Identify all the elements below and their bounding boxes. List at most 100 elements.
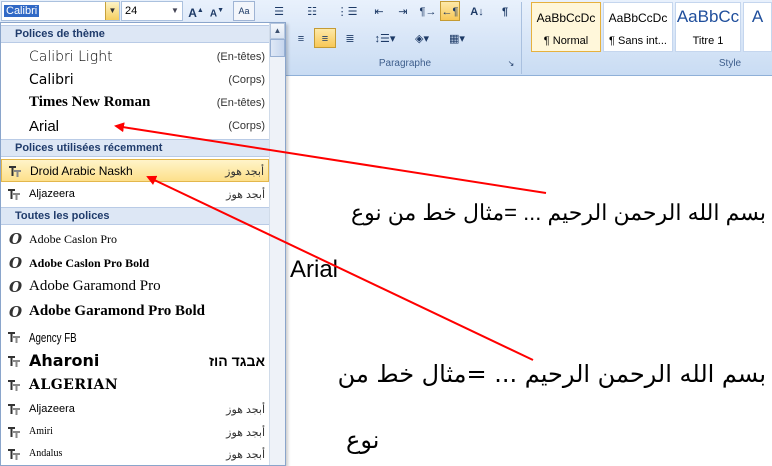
- document-page[interactable]: بسم الله الرحمن الرحيم ... =مثال خط من ن…: [286, 76, 772, 466]
- font-item-droid-arabic-naskh[interactable]: Droid Arabic Naskh أبجد هوز: [1, 159, 269, 182]
- font-item-name: Calibri: [29, 72, 74, 88]
- document-line-2[interactable]: Arial: [290, 256, 338, 284]
- font-size-value[interactable]: 24: [125, 5, 137, 17]
- font-item-name: Amiri: [29, 426, 53, 437]
- document-line-1[interactable]: بسم الله الرحمن الرحيم ... =مثال خط من ن…: [351, 200, 766, 226]
- font-name-value[interactable]: Calibri: [4, 5, 40, 17]
- font-toolbar: Calibri ▼ 24 ▼ A▲ A▼ Aa: [0, 0, 270, 22]
- font-item-note: (Corps): [228, 120, 265, 132]
- font-list-scrollbar[interactable]: ▲: [269, 23, 285, 465]
- font-item-calibri[interactable]: Calibri (Corps): [1, 68, 269, 91]
- style-normal-sample: AaBbCcDc: [536, 11, 596, 25]
- font-dropdown-arrow-icon[interactable]: ▼: [105, 2, 119, 20]
- font-item-adobe-garamond-pro[interactable]: O Adobe Garamond Pro: [1, 275, 269, 299]
- scroll-up-icon[interactable]: ▲: [270, 23, 285, 39]
- font-item-note: (En-têtes): [216, 97, 265, 109]
- line-spacing-icon[interactable]: ↕☰▾: [370, 28, 400, 48]
- document-line-4[interactable]: نوع: [346, 426, 379, 454]
- scroll-thumb[interactable]: [270, 39, 285, 57]
- font-item-aharoni[interactable]: Aharoni אבגד הוז: [1, 349, 269, 373]
- font-item-arial[interactable]: Arial (Corps): [1, 114, 269, 137]
- font-item-adobe-caslon-pro-bold[interactable]: O Adobe Caslon Pro Bold: [1, 251, 269, 275]
- font-item-calibri-light[interactable]: Calibri Light (En-têtes): [1, 45, 269, 68]
- borders-icon[interactable]: ▦▾: [442, 28, 472, 48]
- style-normal-name: ¶ Normal: [543, 35, 589, 47]
- recent-fonts-header: Polices utilisées récemment: [1, 139, 269, 157]
- font-item-amiri[interactable]: Amiri أبجد هوز: [1, 421, 269, 443]
- rtl-icon[interactable]: ←¶: [440, 1, 460, 21]
- justify-icon[interactable]: ≣: [338, 28, 362, 48]
- font-name-combo[interactable]: Calibri ▼: [1, 1, 120, 21]
- grow-font-icon[interactable]: A▲: [186, 1, 206, 21]
- numbering-icon[interactable]: ☷: [300, 1, 324, 21]
- style-no-spacing-sample: AaBbCcDc: [608, 11, 668, 25]
- font-item-name: Adobe Garamond Pro Bold: [29, 303, 205, 319]
- all-fonts-header: Toutes les polices: [1, 207, 269, 225]
- font-item-name: Arial: [29, 118, 60, 135]
- truetype-icon: [7, 188, 21, 200]
- show-marks-icon[interactable]: ¶: [494, 1, 516, 21]
- align-center-icon[interactable]: ≡: [290, 28, 312, 48]
- clear-format-icon[interactable]: Aa: [233, 1, 255, 21]
- theme-fonts-header: Polices de thème: [1, 25, 269, 43]
- font-item-aljazeera-recent[interactable]: Aljazeera أبجد هوز: [1, 183, 269, 206]
- ltr-icon[interactable]: ¶→: [418, 1, 438, 21]
- font-item-algerian[interactable]: ALGERIAN: [1, 373, 269, 397]
- font-item-name: Aharoni: [29, 351, 100, 370]
- font-item-note: أبجد هوز: [226, 449, 265, 461]
- font-item-times-new-roman[interactable]: Times New Roman (En-têtes): [1, 91, 269, 114]
- font-item-name: Agency FB: [29, 330, 77, 345]
- truetype-icon: [7, 448, 21, 460]
- opentype-icon: O: [9, 230, 23, 248]
- font-item-agency-fb[interactable]: Agency FB: [1, 325, 269, 349]
- font-item-aljazeera[interactable]: Aljazeera أبجد هوز: [1, 397, 269, 421]
- shrink-font-icon[interactable]: A▼: [207, 1, 227, 21]
- font-size-arrow-icon[interactable]: ▼: [168, 2, 182, 20]
- opentype-icon: O: [9, 278, 23, 296]
- style-group-label: Style: [718, 58, 742, 69]
- font-item-note: أبجد هوز: [226, 189, 265, 201]
- font-item-note: أبجد هوز: [226, 427, 265, 439]
- decrease-indent-icon[interactable]: ⇤: [368, 1, 390, 21]
- group-divider: [521, 2, 522, 74]
- font-item-note: (Corps): [228, 74, 265, 86]
- style-normal[interactable]: AaBbCcDc ¶ Normal: [531, 2, 601, 52]
- font-item-name: Droid Arabic Naskh: [30, 164, 133, 178]
- font-item-name: ALGERIAN: [29, 377, 119, 393]
- style-more-tile[interactable]: A: [743, 2, 772, 52]
- style-heading-1-sample: AaBbCc: [676, 7, 740, 26]
- paragraph-launcher-icon[interactable]: ↘: [505, 58, 517, 70]
- font-item-note: אבגד הוז: [208, 353, 265, 369]
- font-item-note: أبجد هوز: [225, 166, 264, 178]
- font-item-name: Calibri Light: [29, 49, 113, 65]
- sort-icon[interactable]: A↓: [465, 1, 489, 21]
- multilevel-list-icon[interactable]: ⋮☰: [334, 1, 360, 21]
- truetype-icon: [8, 165, 22, 177]
- increase-indent-icon[interactable]: ⇥: [392, 1, 414, 21]
- paragraph-group-label: Paragraphe: [378, 58, 432, 69]
- styles-gallery: AaBbCcDc ¶ Normal AaBbCcDc ¶ Sans int...…: [523, 0, 772, 58]
- truetype-icon: [7, 355, 21, 367]
- font-item-adobe-caslon-pro[interactable]: O Adobe Caslon Pro: [1, 227, 269, 251]
- font-item-name: Adobe Caslon Pro: [29, 232, 117, 246]
- truetype-icon: [7, 379, 21, 391]
- style-no-spacing-name: ¶ Sans int...: [609, 35, 667, 47]
- font-item-name: Times New Roman: [29, 94, 151, 110]
- font-item-name: Adobe Caslon Pro Bold: [29, 256, 150, 270]
- font-item-adobe-garamond-pro-bold[interactable]: O Adobe Garamond Pro Bold: [1, 299, 269, 325]
- font-item-name: Aljazeera: [29, 188, 75, 200]
- opentype-icon: O: [9, 303, 23, 321]
- font-size-combo[interactable]: 24 ▼: [121, 1, 183, 21]
- style-more-sample: A: [751, 7, 764, 26]
- font-item-name: Andalus: [29, 448, 63, 459]
- style-no-spacing[interactable]: AaBbCcDc ¶ Sans int...: [603, 2, 673, 52]
- document-line-3[interactable]: بسم الله الرحمن الرحيم ... =مثال خط من: [338, 360, 766, 388]
- shading-icon[interactable]: ◈▾: [406, 28, 438, 48]
- truetype-icon: [7, 426, 21, 438]
- font-item-andalus[interactable]: Andalus أبجد هوز: [1, 443, 269, 465]
- font-dropdown[interactable]: Polices de thème Calibri Light (En-têtes…: [0, 22, 286, 466]
- style-heading-1[interactable]: AaBbCc Titre 1: [675, 2, 741, 52]
- style-heading-1-name: Titre 1: [692, 35, 724, 47]
- bullets-icon[interactable]: ☰: [268, 1, 290, 21]
- align-right-icon[interactable]: ≡: [314, 28, 336, 48]
